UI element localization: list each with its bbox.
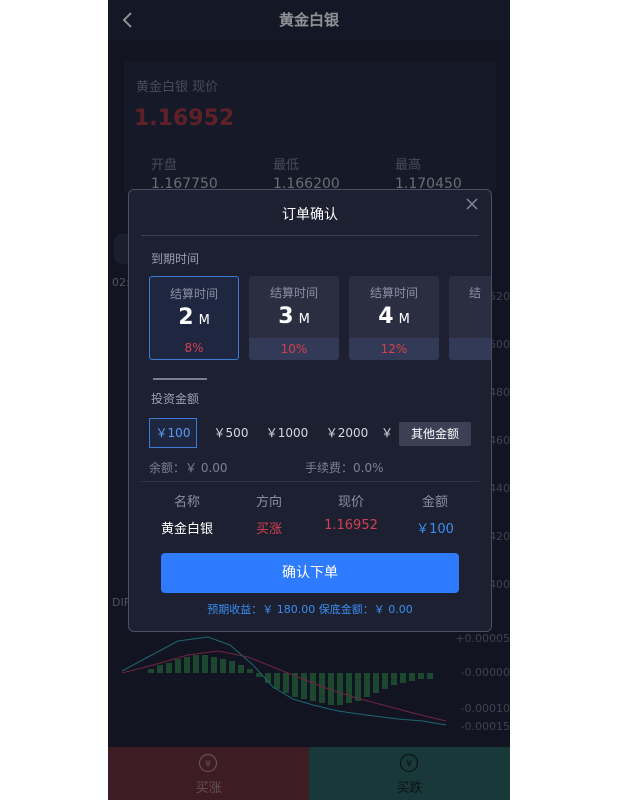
duration-value-wrap: 3 M [249, 304, 339, 329]
duration-unit: M [298, 312, 310, 327]
duration-rate: 10% [249, 338, 339, 360]
duration-unit: M [198, 313, 210, 328]
table-header: 现价 [337, 495, 364, 510]
duration-head: 结算时间 [169, 287, 218, 301]
expected-return-text: 预期收益：￥ 180.00 保底金额：￥ 0.00 [207, 603, 413, 616]
table-header: 方向 [255, 495, 282, 510]
table-cell-amount: ￥100 [416, 522, 454, 537]
duration-value: 4 [378, 304, 394, 329]
order-confirm-modal: 订单确认 到期时间 结算时间 2 M 8% 结算时间 3 M 10% 结算时间 [128, 189, 492, 632]
fee-text: 手续费：0.0% [305, 461, 384, 475]
duration-head: 结算时间 [269, 286, 318, 300]
amount-option-partial[interactable]: ￥ [379, 418, 395, 448]
amount-option-1000[interactable]: ￥1000 [259, 418, 315, 448]
table-cell-direction: 买涨 [255, 522, 282, 537]
duration-option-partial[interactable]: 结 [449, 276, 491, 360]
table-cell-price: 1.16952 [324, 518, 378, 533]
duration-value: 3 [278, 304, 294, 329]
duration-option-4m[interactable]: 结算时间 4 M 12% [349, 276, 439, 360]
modal-title: 订单确认 [282, 207, 338, 223]
confirm-order-button[interactable]: 确认下单 [161, 553, 459, 593]
other-amount-button[interactable]: 其他金额 [399, 422, 471, 446]
table-header: 名称 [173, 495, 200, 510]
scroll-indicator [153, 378, 207, 380]
duration-rate: 12% [349, 338, 439, 360]
duration-value-wrap: 2 M [150, 305, 238, 330]
duration-unit: M [398, 312, 410, 327]
duration-head: 结 [469, 286, 482, 300]
expiry-label: 到期时间 [151, 252, 200, 266]
duration-rate-empty [449, 338, 491, 360]
phone-screen: 黄金白银 黄金白银 现价 1.16952 开盘 最低 最高 1.167750 1… [108, 0, 510, 800]
duration-head: 结算时间 [369, 286, 418, 300]
amount-option-500[interactable]: ￥500 [207, 418, 255, 448]
divider [141, 235, 479, 236]
amount-option-100[interactable]: ￥100 [149, 418, 197, 448]
duration-value-wrap: 4 M [349, 304, 439, 329]
close-icon[interactable] [465, 197, 479, 211]
amount-option-2000[interactable]: ￥2000 [319, 418, 375, 448]
amount-label: 投资金额 [151, 392, 200, 406]
duration-rate: 8% [184, 341, 204, 355]
table-header: 金额 [421, 495, 448, 510]
divider [141, 481, 479, 482]
duration-value: 2 [178, 305, 194, 330]
duration-option-3m[interactable]: 结算时间 3 M 10% [249, 276, 339, 360]
table-cell-name: 黄金白银 [160, 522, 213, 537]
balance-text: 余额：￥ 0.00 [149, 461, 228, 475]
duration-option-2m[interactable]: 结算时间 2 M 8% [149, 276, 239, 360]
